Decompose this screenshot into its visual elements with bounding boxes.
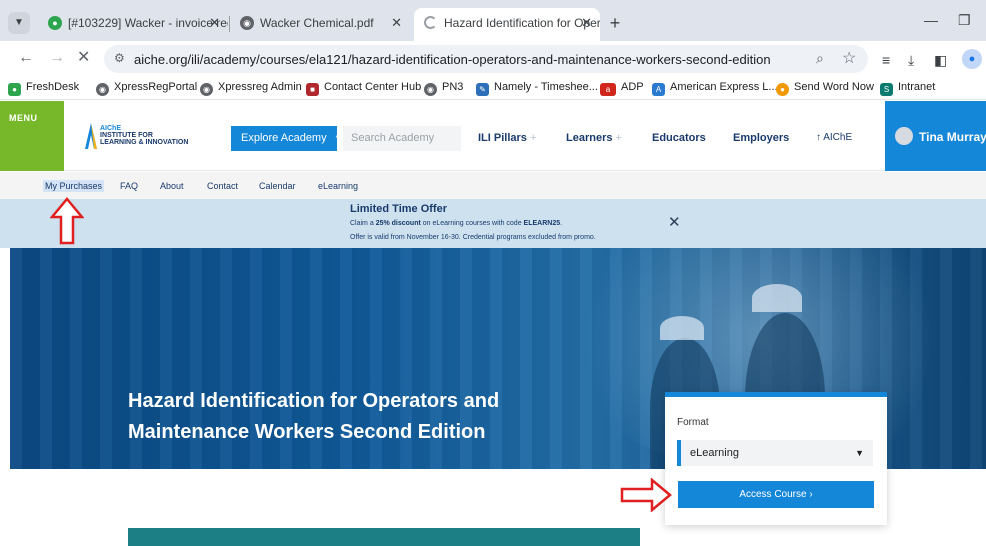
content-section-header [128,528,640,546]
close-tab-icon[interactable]: ✕ [581,8,592,38]
bookmark-xpressregportal[interactable]: ◉ XpressRegPortal [96,79,197,96]
amex-icon: A [652,83,665,96]
side-panel-icon[interactable]: ◧ [934,52,947,69]
nav-learners[interactable]: Learners + [566,132,622,144]
globe-icon: ◉ [96,83,109,96]
access-course-button[interactable]: Access Course › [678,481,874,508]
bookmark-send-word-now[interactable]: ● Send Word Now [776,79,874,96]
omnibox[interactable]: ⚙ aiche.org/ili/academy/courses/ela121/h… [104,45,868,73]
expand-plus-icon: + [615,132,622,144]
download-icon[interactable]: ⤓ [908,52,914,69]
close-icon[interactable]: ✕ [668,213,681,231]
format-select[interactable]: eLearning ▼ [677,440,873,466]
chevron-down-icon: ▼ [855,448,864,458]
hard-hat-image [660,316,704,340]
nav-ili-pillars[interactable]: ILI Pillars + [478,132,536,144]
globe-icon: ◉ [200,83,213,96]
explore-academy-button[interactable]: Explore Academy ^ [231,126,341,151]
subnav-calendar[interactable]: Calendar [259,181,296,191]
bookmark-adp[interactable]: a ADP [600,79,644,96]
bookmark-star-icon[interactable]: ☆ [842,48,856,68]
nav-employers[interactable]: Employers [733,132,789,144]
minimize-icon[interactable]: — [924,12,938,28]
bookmark-contact-center-hub[interactable]: ■ Contact Center Hub [306,79,421,96]
expand-plus-icon: + [529,132,537,144]
namely-icon: ✎ [476,83,489,96]
sub-navigation: My Purchases FAQ About Contact Calendar … [0,172,986,199]
new-tab-icon[interactable]: + [604,13,626,35]
promo-banner: Limited Time Offer Claim a 25% discount … [0,199,986,248]
forward-arrow-icon[interactable]: → [49,49,65,67]
subnav-elearning[interactable]: eLearning [318,181,358,191]
browser-tab-freshdesk[interactable]: ● [#103229] Wacker - invoice req ✕ [38,8,228,41]
zoom-icon[interactable]: ⌕ [816,50,824,67]
address-toolbar: ← → ✕ ⚙ aiche.org/ili/academy/courses/el… [0,41,986,76]
restore-window-icon[interactable]: ❐ [958,12,971,29]
aiche-ili-logo[interactable]: AIChE INSTITUTE FOR LEARNING & INNOVATIO… [85,123,215,151]
user-name: Tina Murray [919,130,986,144]
nav-educators[interactable]: Educators [652,132,706,144]
profile-avatar-icon[interactable]: ● [962,49,982,69]
loading-icon [424,16,437,29]
globe-icon: ◉ [240,16,254,30]
intranet-icon: S [880,83,893,96]
user-account-button[interactable]: Tina Murray [885,101,986,171]
red-annotation-arrow-right-icon [620,478,672,512]
menu-button[interactable]: MENU [0,101,64,171]
freshdesk-icon: ● [8,83,21,96]
tab-title: Wacker Chemical.pdf [260,16,374,30]
bookmark-pn3[interactable]: ◉ PN3 [424,79,463,96]
send-word-now-icon: ● [776,83,789,96]
bookmark-intranet[interactable]: S Intranet [880,79,935,96]
stop-loading-icon[interactable]: ✕ [77,49,90,67]
aiche-link[interactable]: ↑ AIChE [816,132,852,143]
format-selected-value: eLearning [690,447,739,459]
subnav-about[interactable]: About [160,181,184,191]
subnav-my-purchases[interactable]: My Purchases [43,180,105,192]
adp-icon: a [600,83,616,96]
site-info-icon[interactable]: ⚙ [114,51,125,65]
format-label: Format [677,417,709,428]
bookmark-xpressreg-admin[interactable]: ◉ Xpressreg Admin [200,79,302,96]
url-text[interactable]: aiche.org/ili/academy/courses/ela121/haz… [134,52,771,67]
browser-tabstrip: ▼ ● [#103229] Wacker - invoice req ✕ ◉ W… [0,0,986,41]
subnav-contact[interactable]: Contact [207,181,238,191]
freshdesk-icon: ● [48,16,62,30]
bookmarks-bar: ● FreshDesk ◉ XpressRegPortal ◉ Xpressreg A… [0,76,986,100]
browser-tab-active[interactable]: Hazard Identification for Oper ✕ [414,8,600,41]
back-arrow-icon[interactable]: ← [18,49,34,67]
promo-line-2: Offer is valid from November 16-30. Cred… [350,234,596,241]
bookmark-freshdesk[interactable]: ● FreshDesk [8,79,79,96]
logo-text: AIChE INSTITUTE FOR LEARNING & INNOVATIO… [100,125,189,146]
close-tab-icon[interactable]: ✕ [209,8,220,38]
chevron-up-icon: ^ [335,132,341,144]
subnav-faq[interactable]: FAQ [120,181,138,191]
globe-icon: ◉ [424,83,437,96]
promo-title: Limited Time Offer [350,203,447,215]
browser-tab-pdf[interactable]: ◉ Wacker Chemical.pdf ✕ [230,8,410,41]
tab-title: Hazard Identification for Oper [444,16,600,30]
search-academy-input[interactable]: Search Academy [343,126,461,151]
page-title: Hazard Identification for Operators and … [128,390,500,443]
close-tab-icon[interactable]: ✕ [391,8,402,38]
bookmark-american-express[interactable]: A American Express L... [652,79,778,96]
reading-list-icon[interactable]: ≡ [882,52,890,68]
tab-search-chevron-icon[interactable]: ▼ [8,12,30,34]
promo-line-1: Claim a 25% discount on eLearning course… [350,220,563,227]
site-header: MENU AIChE INSTITUTE FOR LEARNING & INNO… [0,101,986,171]
avatar [895,127,913,145]
logo-mark-icon [85,123,97,149]
hard-hat-image [752,284,802,312]
contact-center-icon: ■ [306,83,319,96]
red-annotation-arrow-up-icon [50,197,84,245]
tab-title: [#103229] Wacker - invoice req [68,16,228,30]
bookmark-namely[interactable]: ✎ Namely - Timeshee... [476,79,598,96]
